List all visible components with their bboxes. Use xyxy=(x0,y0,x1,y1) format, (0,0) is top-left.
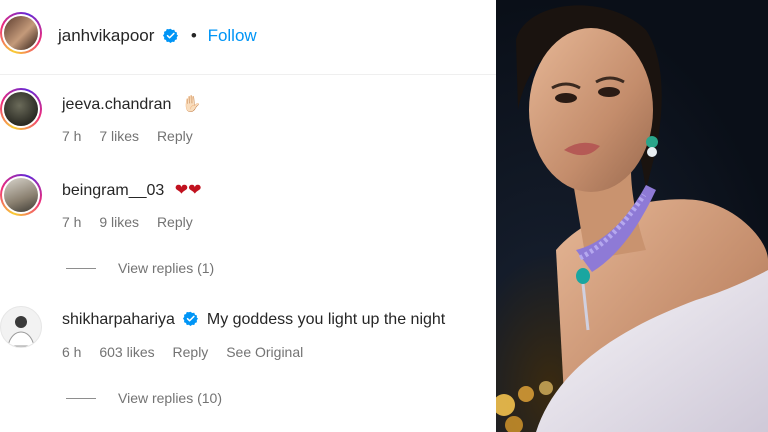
commenter-avatar[interactable] xyxy=(0,306,42,348)
comment-meta: 7 h 9 likes Reply xyxy=(62,214,193,230)
comment-text-row: beingram__03 ❤❤ xyxy=(62,180,202,200)
reply-button[interactable]: Reply xyxy=(157,128,193,144)
comment-text-row: jeeva.chandran ✋🏻 xyxy=(62,94,202,114)
comment-time: 7 h xyxy=(62,214,82,230)
commenter-username[interactable]: beingram__03 xyxy=(62,182,164,199)
comment-time: 6 h xyxy=(62,344,82,360)
comments-panel: janhvikapoor • Follow jeeva.chandran ✋🏻 … xyxy=(0,0,496,432)
portrait-image xyxy=(496,0,768,432)
commenter-avatar[interactable] xyxy=(0,174,42,216)
comment-likes[interactable]: 7 likes xyxy=(99,128,139,144)
comment-text: ❤❤ xyxy=(174,182,202,199)
header-divider xyxy=(0,74,496,75)
comment-likes[interactable]: 9 likes xyxy=(99,214,139,230)
comment-meta: 6 h 603 likes Reply See Original xyxy=(62,344,303,360)
comment-meta: 7 h 7 likes Reply xyxy=(62,128,193,144)
verified-badge-icon xyxy=(183,311,199,326)
portrait-photo xyxy=(496,0,768,432)
reply-button[interactable]: Reply xyxy=(173,344,209,360)
reply-button[interactable]: Reply xyxy=(157,214,193,230)
commenter-avatar[interactable] xyxy=(0,88,42,130)
commenter-username[interactable]: jeeva.chandran xyxy=(62,96,171,113)
view-replies-button[interactable]: View replies (1) xyxy=(118,260,214,276)
replies-line xyxy=(66,398,96,399)
dot-separator: • xyxy=(190,26,197,45)
see-original-button[interactable]: See Original xyxy=(226,344,303,360)
post-author-username[interactable]: janhvikapoor xyxy=(58,26,154,45)
commenter-username[interactable]: shikharpahariya xyxy=(62,311,175,328)
comment-text-row: shikharpahariya My goddess you light up … xyxy=(62,311,445,329)
follow-button[interactable]: Follow xyxy=(208,26,257,45)
post-author-avatar[interactable] xyxy=(0,12,42,54)
verified-badge-icon xyxy=(163,28,179,43)
view-replies-button[interactable]: View replies (10) xyxy=(118,390,222,406)
comment-likes[interactable]: 603 likes xyxy=(99,344,154,360)
replies-line xyxy=(66,268,96,269)
post-author-row: janhvikapoor • Follow xyxy=(58,26,257,46)
comment-text: My goddess you light up the night xyxy=(206,311,446,328)
comment-text: ✋🏻 xyxy=(181,96,202,113)
comment-time: 7 h xyxy=(62,128,82,144)
person-silhouette-icon xyxy=(7,316,35,347)
